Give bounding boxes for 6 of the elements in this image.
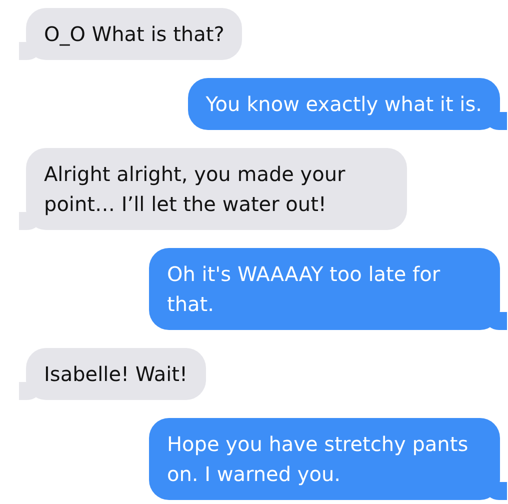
- sent-message: Hope you have stretchy pants on. I warned you.: [149, 418, 507, 500]
- sent-message: Oh it's WAAAAY too late for that.: [149, 248, 507, 330]
- received-message: Isabelle! Wait!: [19, 348, 206, 400]
- received-message: Alright alright, you made your point… I’ll let the water out!: [19, 148, 407, 230]
- received-message: O_O What is that?: [19, 8, 242, 60]
- sent-message: You know exactly what it is.: [188, 78, 507, 130]
